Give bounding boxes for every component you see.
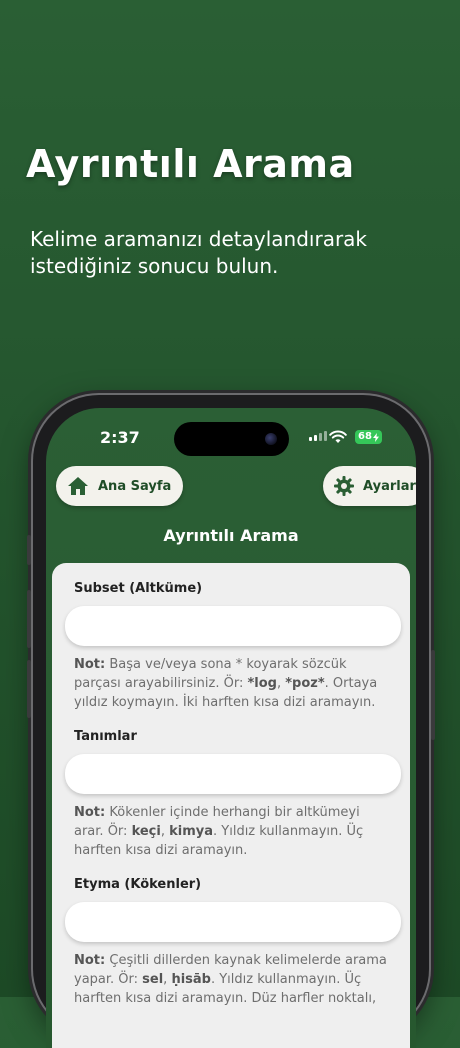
subset-input[interactable]: [65, 606, 401, 646]
search-form: Subset (Altküme) Not: Başa ve/veya sona …: [52, 563, 410, 1048]
wifi-icon: [329, 430, 347, 443]
etyma-label: Etyma (Kökenler): [74, 877, 202, 892]
note-example: *poz*: [285, 676, 325, 691]
settings-button-label: Ayarlar: [363, 478, 416, 494]
note-example: keçi: [131, 824, 161, 839]
action-button: [27, 535, 31, 565]
note-separator: ,: [160, 824, 170, 839]
note-example: ḥisāb: [171, 972, 211, 987]
note-example: *log: [247, 676, 277, 691]
volume-down-button: [27, 660, 31, 718]
house-icon: [68, 477, 88, 495]
note-prefix: Not:: [74, 657, 106, 672]
definitions-label: Tanımlar: [74, 729, 137, 744]
etyma-note: Not: Çeşitli dillerden kaynak kelimelerd…: [74, 951, 392, 1008]
volume-up-button: [27, 590, 31, 648]
phone-screen: 2:37 68 Ana Sayfa Ayarlar Ayrıntılı Aram…: [46, 408, 416, 1048]
settings-button[interactable]: Ayarlar: [323, 466, 416, 506]
charging-bolt-icon: [372, 432, 379, 442]
note-prefix: Not:: [74, 805, 106, 820]
home-button[interactable]: Ana Sayfa: [56, 466, 184, 506]
hero-subtitle: Kelime aramanızı detaylandırarak istediğ…: [30, 227, 368, 278]
status-time: 2:37: [100, 428, 140, 447]
note-separator: ,: [276, 676, 286, 691]
signal-icon: [309, 431, 327, 441]
dynamic-island: [174, 422, 289, 456]
subset-label: Subset (Altküme): [74, 581, 203, 596]
camera-icon: [265, 433, 277, 445]
page-title: Ayrıntılı Arama: [163, 526, 299, 545]
note-example: sel: [142, 972, 164, 987]
phone-frame: 2:37 68 Ana Sayfa Ayarlar Ayrıntılı Aram…: [27, 395, 435, 1048]
definitions-input[interactable]: [65, 754, 401, 794]
etyma-input[interactable]: [65, 902, 401, 942]
subset-note: Not: Başa ve/veya sona * koyarak sözcük …: [74, 655, 392, 712]
battery-level: 68: [358, 431, 372, 442]
note-example: kimya: [169, 824, 214, 839]
definitions-note: Not: Kökenler içinde herhangi bir altküm…: [74, 803, 392, 860]
note-prefix: Not:: [74, 953, 106, 968]
power-button: [431, 650, 435, 740]
home-button-label: Ana Sayfa: [98, 478, 172, 494]
gear-icon: [334, 476, 354, 496]
hero-title: Ayrıntılı Arama: [26, 142, 355, 186]
battery-indicator: 68: [355, 430, 382, 444]
